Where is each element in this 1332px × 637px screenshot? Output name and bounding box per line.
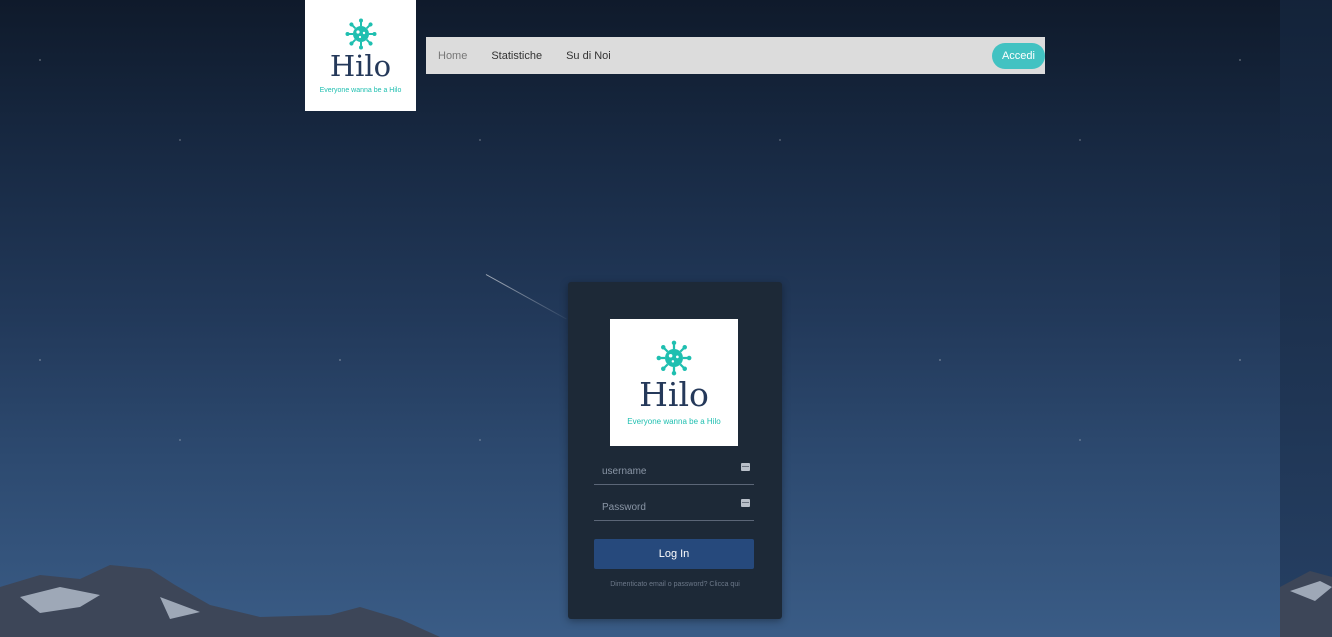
accedi-button[interactable]: Accedi	[991, 43, 1045, 69]
brand-name: Hilo	[329, 48, 392, 83]
keyboard-icon	[741, 499, 750, 507]
password-field	[594, 496, 754, 521]
background-edge-panel	[1280, 0, 1332, 637]
virus-icon	[656, 340, 692, 375]
username-input[interactable]	[594, 460, 742, 482]
username-field	[594, 460, 754, 485]
shooting-star	[485, 274, 567, 320]
virus-icon	[345, 18, 376, 49]
brand-logo[interactable]: Hilo Everyone wanna be a Hilo	[305, 0, 416, 111]
password-input[interactable]	[594, 496, 742, 518]
login-card: Hilo Everyone wanna be a Hilo Log In Dim…	[568, 282, 782, 619]
nav-item-su-di-noi[interactable]: Su di Noi	[560, 50, 617, 62]
login-button[interactable]: Log In	[594, 539, 754, 569]
brand-tagline: Everyone wanna be a Hilo	[319, 86, 402, 94]
forgot-credentials-link[interactable]: Dimenticato email o password? Clicca qui	[568, 581, 782, 588]
top-navbar: Home Statistiche Su di Noi Accedi	[426, 37, 1045, 74]
login-logo: Hilo Everyone wanna be a Hilo	[610, 319, 738, 446]
login-brand-name: Hilo	[639, 374, 709, 414]
nav-item-home[interactable]: Home	[432, 50, 473, 62]
login-brand-tagline: Everyone wanna be a Hilo	[627, 416, 721, 426]
keyboard-icon	[741, 463, 750, 471]
nav-item-statistiche[interactable]: Statistiche	[485, 50, 548, 62]
